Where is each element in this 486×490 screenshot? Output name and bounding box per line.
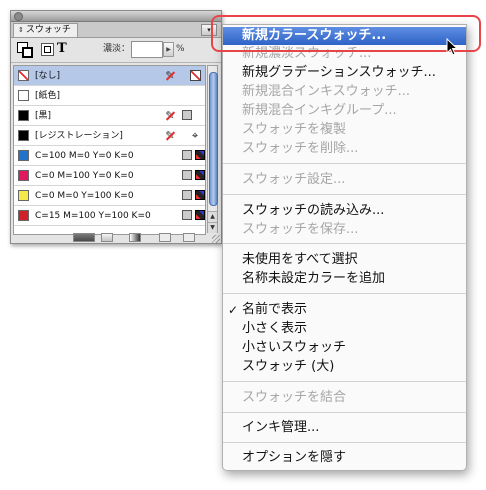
swatch-name: C=0 M=0 Y=100 K=0 <box>35 191 134 201</box>
tab-swatches[interactable]: ⇕ スウォッチ <box>13 23 78 37</box>
menu-item-swatch-options[interactable]: スウォッチ設定... <box>223 171 466 189</box>
menu-separator <box>223 243 466 244</box>
swatch-name: [黒] <box>35 111 52 121</box>
scroll-down-icon[interactable]: ▼ <box>208 222 217 233</box>
process-color-icon <box>182 110 192 120</box>
tint-input[interactable] <box>131 41 163 58</box>
callout-highlight-ring <box>211 15 481 52</box>
menu-separator <box>223 293 466 294</box>
menu-separator <box>223 381 466 382</box>
swatch-name: C=15 M=100 Y=100 K=0 <box>35 211 151 221</box>
tab-swatches-label: スウォッチ <box>25 25 71 35</box>
menu-item-ink-manager[interactable]: インキ管理... <box>223 419 466 437</box>
fill-stroke-icon[interactable] <box>17 42 33 58</box>
menu-item-merge-swatches[interactable]: スウォッチを結合 <box>223 389 466 407</box>
mouse-pointer-icon <box>446 38 459 56</box>
panel-titlebar[interactable] <box>11 11 221 22</box>
swatch-chip-black <box>18 110 29 121</box>
panel-toolbar: T 濃淡： ▶ % <box>11 38 221 63</box>
menu-separator <box>223 412 466 413</box>
show-all-swatches-button[interactable] <box>73 233 95 242</box>
process-color-icon <box>182 170 192 180</box>
menu-item-new-gradient-swatch[interactable]: 新規グラデーションスウォッチ... <box>223 64 466 82</box>
process-color-icon <box>182 150 192 160</box>
tint-slider-arrow-icon[interactable]: ▶ <box>163 42 174 57</box>
no-edit-icon: ✎ <box>165 109 175 122</box>
tint-unit: % <box>176 44 185 54</box>
menu-item-select-all-unused[interactable]: 未使用をすべて選択 <box>223 251 466 269</box>
container-icon[interactable] <box>41 43 54 56</box>
menu-separator <box>223 442 466 443</box>
text-mode-icon[interactable]: T <box>57 41 67 57</box>
menu-item-load-swatches[interactable]: スウォッチの読み込み... <box>223 202 466 220</box>
scroll-thumb[interactable] <box>209 72 218 206</box>
menu-item-add-unnamed-colors[interactable]: 名称未設定カラーを追加 <box>223 270 466 288</box>
process-color-icon <box>182 210 192 220</box>
cmyk-mode-icon <box>195 190 205 200</box>
menu-item-name-view[interactable]: ✓ 名前で表示 <box>223 301 466 319</box>
menu-item-small-swatch-view[interactable]: 小さいスウォッチ <box>223 339 466 357</box>
swatch-chip-magenta <box>18 170 29 181</box>
swatch-row-red[interactable]: C=15 M=100 Y=100 K=0 <box>14 206 205 226</box>
swatch-row-black[interactable]: [黒] ✎ <box>14 106 205 126</box>
swatch-row-none[interactable]: [なし] ✎ <box>14 66 205 86</box>
panel-footer <box>11 233 221 243</box>
process-color-icon <box>182 190 192 200</box>
swatch-list-scrollbar[interactable]: ▲ ▼ <box>207 65 218 233</box>
menu-item-new-mixed-ink-group[interactable]: 新規混合インキグループ... <box>223 102 466 120</box>
swatch-row-yellow[interactable]: C=0 M=0 Y=100 K=0 <box>14 186 205 206</box>
swatch-chip-paper <box>18 90 29 101</box>
swatch-name: [なし] <box>35 71 61 81</box>
menu-item-hide-options[interactable]: オプションを隠す <box>223 449 466 467</box>
delete-swatch-button[interactable] <box>183 233 195 242</box>
swatch-name: [紙色] <box>35 91 61 101</box>
no-edit-icon: ✎ <box>165 69 175 82</box>
swatch-row-cyan[interactable]: C=100 M=0 Y=0 K=0 <box>14 146 205 166</box>
swatch-chip-red <box>18 210 29 221</box>
swatch-chip-cyan <box>18 150 29 161</box>
swatch-row-magenta[interactable]: C=0 M=100 Y=0 K=0 <box>14 166 205 186</box>
cmyk-mode-icon <box>195 170 205 180</box>
menu-item-save-swatches[interactable]: スウォッチを保存... <box>223 221 466 239</box>
resize-grip-icon[interactable] <box>212 235 220 243</box>
new-swatch-button[interactable] <box>159 233 171 242</box>
swatch-name: C=100 M=0 Y=0 K=0 <box>35 151 134 161</box>
cmyk-mode-icon <box>195 150 205 160</box>
registration-mark-icon: ⌖ <box>192 129 199 142</box>
tint-label: 濃淡： <box>103 44 131 54</box>
panel-tabbar: ⇕ スウォッチ ▾ <box>11 22 221 38</box>
none-color-icon <box>190 70 201 81</box>
swatch-name: C=0 M=100 Y=0 K=0 <box>35 171 134 181</box>
swatch-name: [レジストレーション] <box>35 131 123 141</box>
show-color-swatches-button[interactable] <box>101 233 113 242</box>
swatch-row-paper[interactable]: [紙色] <box>14 86 205 106</box>
swatch-row-registration[interactable]: [レジストレーション] ✎ ⌖ <box>14 126 205 146</box>
menu-item-large-swatch-view[interactable]: スウォッチ (大) <box>223 358 466 376</box>
menu-item-duplicate-swatch[interactable]: スウォッチを複製 <box>223 121 466 139</box>
menu-item-new-mixed-ink-swatch[interactable]: 新規混合インキスウォッチ... <box>223 83 466 101</box>
show-gradient-swatches-button[interactable] <box>129 233 141 242</box>
swatches-flyout-menu: 新規カラースウォッチ... 新規濃淡スウォッチ... 新規グラデーションスウォッ… <box>222 24 467 471</box>
swatch-chip-registration <box>18 130 29 141</box>
tab-updown-icon: ⇕ <box>18 26 24 34</box>
scroll-up-icon[interactable]: ▲ <box>208 211 217 222</box>
no-edit-icon: ✎ <box>165 129 175 142</box>
checkmark-icon: ✓ <box>228 303 239 317</box>
menu-separator <box>223 163 466 164</box>
panel-close-icon[interactable] <box>14 12 23 21</box>
stroke-box[interactable] <box>22 47 33 58</box>
swatch-chip-none <box>18 70 29 81</box>
menu-item-delete-swatch[interactable]: スウォッチを削除... <box>223 140 466 158</box>
menu-item-small-name-view[interactable]: 小さく表示 <box>223 320 466 338</box>
menu-item-name-view-label: 名前で表示 <box>242 302 308 317</box>
swatches-panel: ⇕ スウォッチ ▾ T 濃淡： ▶ % [なし] ✎ [紙色] [黒] ✎ [レ… <box>10 10 222 244</box>
swatch-chip-yellow <box>18 190 29 201</box>
menu-separator <box>223 194 466 195</box>
swatch-list: [なし] ✎ [紙色] [黒] ✎ [レジストレーション] ✎ ⌖ C=100 … <box>13 65 206 235</box>
cmyk-mode-icon <box>195 210 205 220</box>
